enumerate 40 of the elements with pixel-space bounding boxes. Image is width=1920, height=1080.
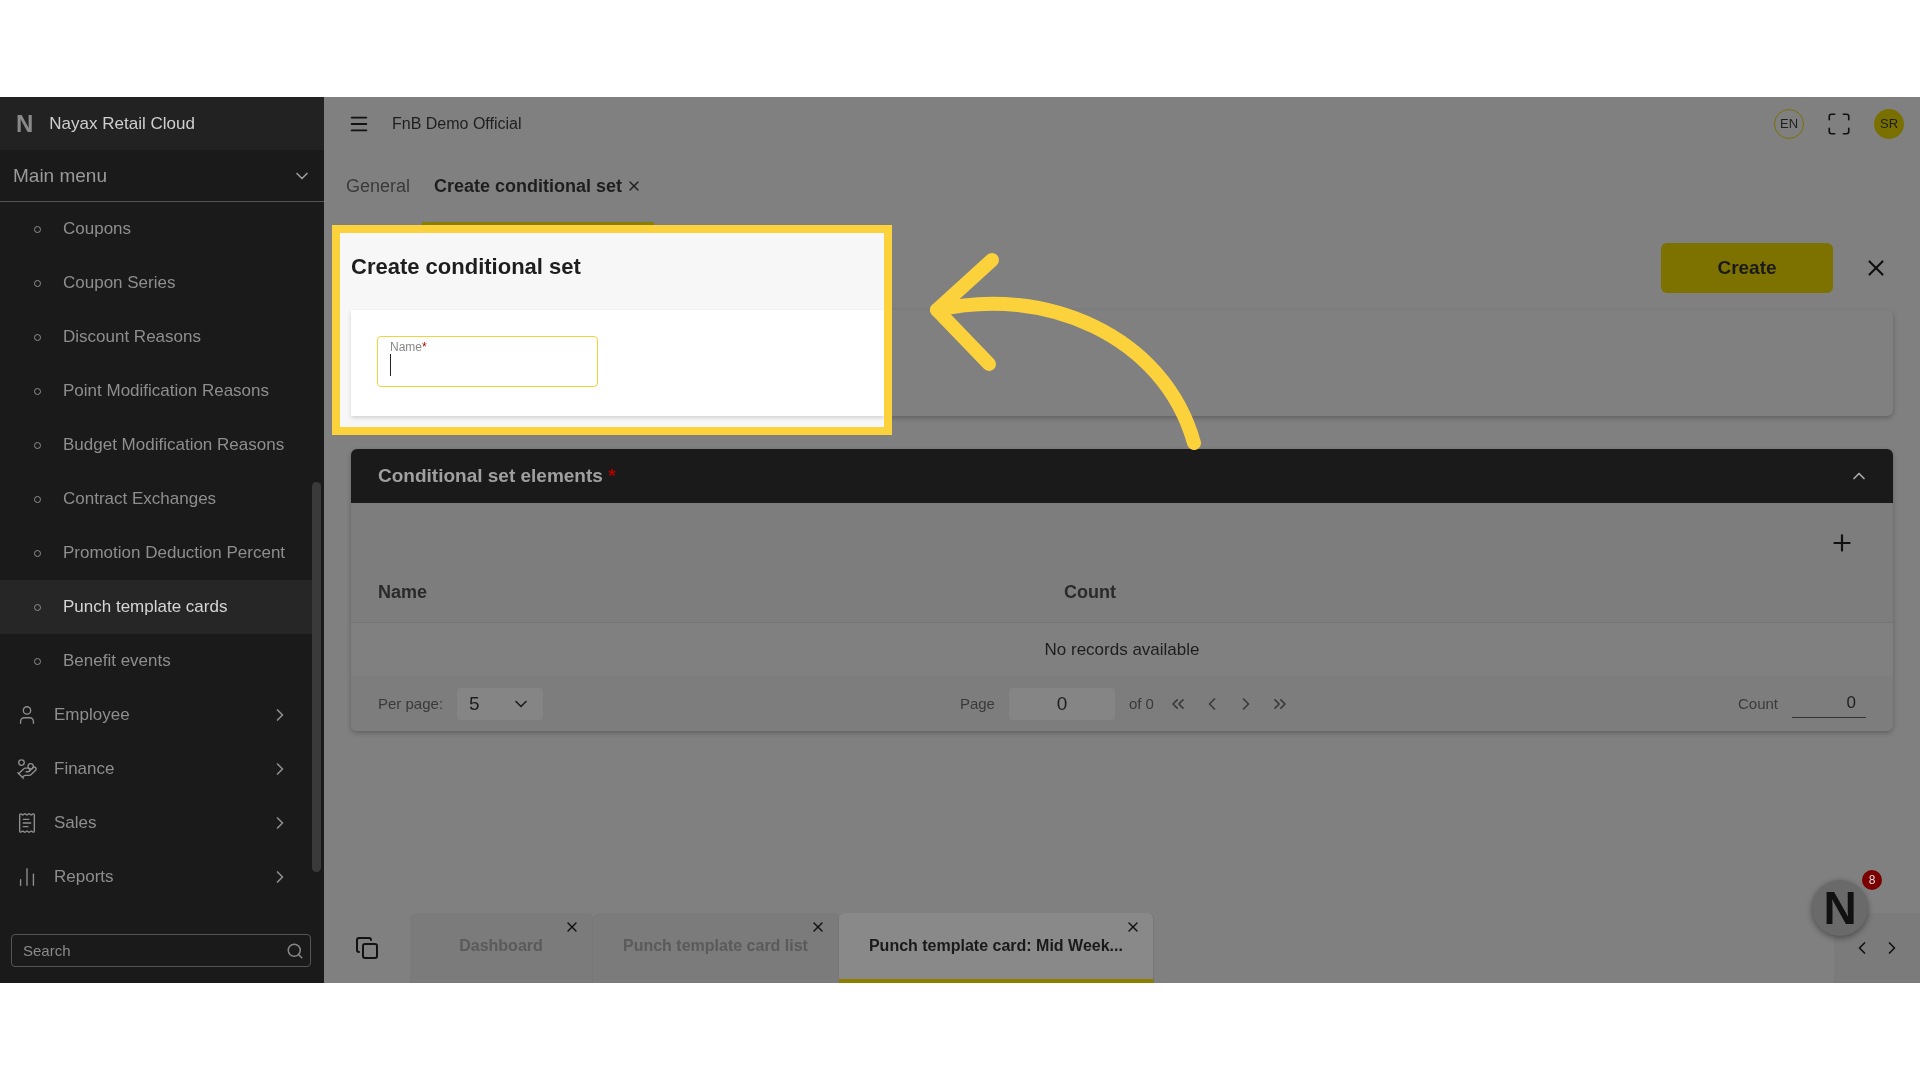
search-field[interactable]: Search — [11, 934, 311, 967]
sidebar-item[interactable]: Budget Modification Reasons — [0, 418, 312, 472]
column-header: Name — [378, 582, 429, 603]
section-header[interactable]: Conditional set elements * — [351, 449, 1893, 503]
per-page-select[interactable]: 5 — [457, 687, 544, 720]
sidebar-item[interactable]: Benefit events — [0, 634, 312, 688]
form-title: Create conditional set — [351, 254, 582, 280]
sidebar-item[interactable]: Contract Exchanges — [0, 472, 312, 526]
column-header: Count — [1064, 582, 1117, 603]
search-input[interactable]: Search — [21, 941, 286, 960]
sidebar-item[interactable]: Discount Reasons — [0, 310, 312, 364]
group-label: Employee — [54, 705, 131, 725]
name-field[interactable]: Name* — [377, 336, 598, 387]
count-value: 0 — [1792, 689, 1866, 718]
sidebar-item[interactable]: Punch template cards — [0, 580, 312, 634]
section-title: Conditional set elements * — [378, 465, 617, 487]
brand-name: Nayax Retail Cloud — [49, 113, 195, 134]
sidebar-item[interactable]: Coupon Series — [0, 256, 312, 310]
per-page-label: Per page: — [378, 695, 444, 712]
sidebar-item[interactable]: Promotion Deduction Percent — [0, 526, 312, 580]
sidebar-group[interactable]: Reports — [0, 850, 312, 904]
company-name: FnB Demo Official — [392, 114, 523, 133]
sidebar-group[interactable]: Sales — [0, 796, 312, 850]
tab[interactable]: General — [334, 150, 423, 225]
sidebar-group[interactable]: Employee — [0, 688, 312, 742]
user-avatar[interactable]: SR — [1874, 108, 1904, 139]
group-label: Reports — [54, 867, 115, 887]
sidebar-item[interactable]: Point Modification Reasons — [0, 364, 312, 418]
page-total: of 0 — [1128, 695, 1154, 712]
page-label: Page — [959, 695, 995, 712]
group-label: Sales — [54, 813, 98, 833]
count-label: Count — [1737, 695, 1778, 712]
empty-message: No records available — [1044, 639, 1200, 660]
group-label: Finance — [54, 759, 116, 779]
page-field[interactable]: 0 — [1008, 687, 1115, 720]
sidebar-item[interactable]: Coupons — [0, 202, 312, 256]
brand-logo: N — [16, 109, 34, 138]
sidebar-group[interactable]: Finance — [0, 742, 312, 796]
create-button[interactable]: Create — [1661, 243, 1833, 293]
window-tab[interactable]: Punch template card: Mid Week... — [838, 913, 1154, 983]
